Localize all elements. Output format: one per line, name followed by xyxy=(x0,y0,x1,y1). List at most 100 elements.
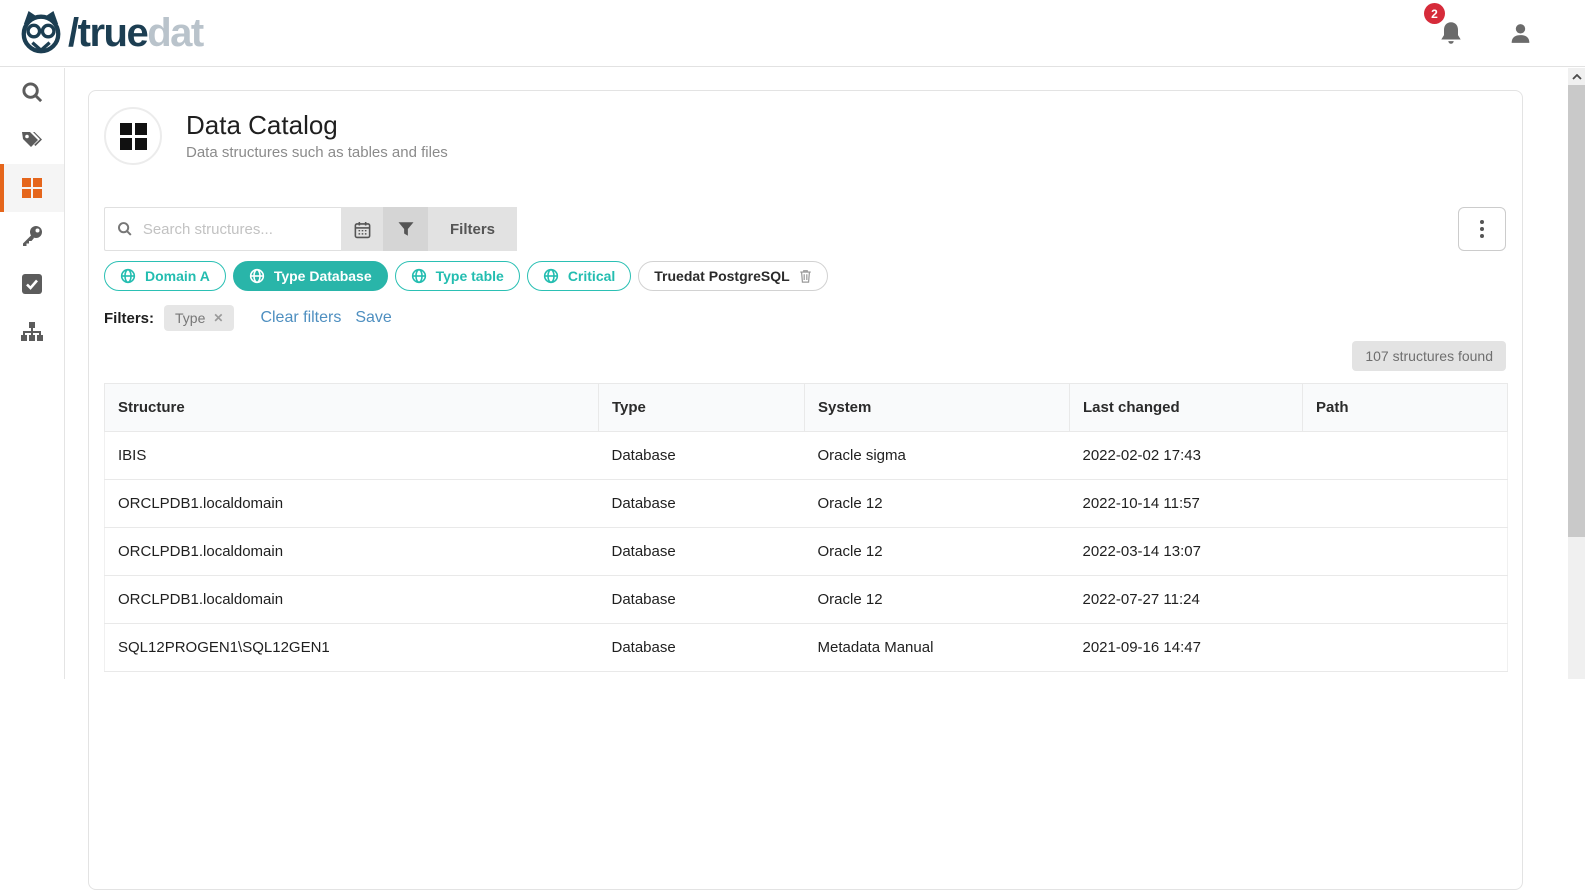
chip-type-database[interactable]: Type Database xyxy=(233,261,388,291)
globe-icon xyxy=(120,268,136,284)
chip-label: Critical xyxy=(568,268,615,284)
search-box xyxy=(104,207,341,251)
chip-label: Domain A xyxy=(145,268,210,284)
cell-last-changed: 2021-09-16 14:47 xyxy=(1070,624,1303,672)
cell-last-changed: 2022-03-14 13:07 xyxy=(1070,528,1303,576)
cell-path xyxy=(1303,624,1508,672)
cell-last-changed: 2022-10-14 11:57 xyxy=(1070,480,1303,528)
cell-type: Database xyxy=(599,528,805,576)
cell-structure[interactable]: IBIS xyxy=(105,432,599,480)
cell-system: Oracle 12 xyxy=(805,480,1070,528)
cell-path xyxy=(1303,432,1508,480)
search-input[interactable] xyxy=(143,221,329,238)
cell-system: Oracle sigma xyxy=(805,432,1070,480)
chip-type-table[interactable]: Type table xyxy=(395,261,520,291)
cell-system: Metadata Manual xyxy=(805,624,1070,672)
cell-system: Oracle 12 xyxy=(805,576,1070,624)
top-bar: /truedat 2 xyxy=(0,0,1585,67)
sidebar-item-data-catalog[interactable] xyxy=(0,164,64,212)
cell-path xyxy=(1303,576,1508,624)
chip-label: Type Database xyxy=(274,268,372,284)
table-row[interactable]: ORCLPDB1.localdomain Database Oracle 12 … xyxy=(105,528,1508,576)
scrollbar-thumb[interactable] xyxy=(1568,85,1585,537)
sidebar-item-tags[interactable] xyxy=(0,116,64,164)
cell-structure[interactable]: SQL12PROGEN1\SQL12GEN1 xyxy=(105,624,599,672)
table-row[interactable]: SQL12PROGEN1\SQL12GEN1 Database Metadata… xyxy=(105,624,1508,672)
cell-type: Database xyxy=(599,624,805,672)
chip-label: Type table xyxy=(436,268,504,284)
filter-funnel-button[interactable] xyxy=(383,207,428,251)
sidebar-item-permissions[interactable] xyxy=(0,212,64,260)
cell-system: Oracle 12 xyxy=(805,528,1070,576)
funnel-icon xyxy=(397,220,415,238)
notifications-button[interactable]: 2 xyxy=(1438,19,1464,47)
grid-icon xyxy=(21,177,43,199)
column-header-path[interactable]: Path xyxy=(1303,384,1508,432)
chip-truedat-postgresql[interactable]: Truedat PostgreSQL xyxy=(638,261,827,291)
table-row[interactable]: ORCLPDB1.localdomain Database Oracle 12 … xyxy=(105,576,1508,624)
cell-structure[interactable]: ORCLPDB1.localdomain xyxy=(105,480,599,528)
page-scrollbar[interactable] xyxy=(1568,68,1585,679)
cell-type: Database xyxy=(599,432,805,480)
sidebar-item-lineage[interactable] xyxy=(0,308,64,356)
notifications-count-badge: 2 xyxy=(1424,3,1445,24)
remove-filter-icon[interactable]: ✕ xyxy=(213,311,223,325)
applied-filters-row: Filters: Type ✕ Clear filters Save xyxy=(104,305,1506,331)
sidebar-item-search[interactable] xyxy=(0,68,64,116)
cell-path xyxy=(1303,480,1508,528)
scrollbar-up-button[interactable] xyxy=(1568,68,1585,85)
sidebar-item-quality[interactable] xyxy=(0,260,64,308)
calendar-icon xyxy=(353,220,372,239)
user-icon[interactable] xyxy=(1508,21,1533,46)
column-header-type[interactable]: Type xyxy=(599,384,805,432)
column-header-last-changed[interactable]: Last changed xyxy=(1070,384,1303,432)
globe-icon xyxy=(249,268,265,284)
truedat-logo[interactable]: /truedat xyxy=(18,8,203,58)
date-filter-button[interactable] xyxy=(341,207,383,251)
cell-structure[interactable]: ORCLPDB1.localdomain xyxy=(105,576,599,624)
structures-table: Structure Type System Last changed Path … xyxy=(104,383,1508,672)
trash-icon[interactable] xyxy=(799,269,812,283)
search-icon xyxy=(21,81,44,104)
column-header-system[interactable]: System xyxy=(805,384,1070,432)
table-row[interactable]: ORCLPDB1.localdomain Database Oracle 12 … xyxy=(105,480,1508,528)
chip-critical[interactable]: Critical xyxy=(527,261,631,291)
tags-icon xyxy=(20,128,44,152)
applied-filters-label: Filters: xyxy=(104,310,154,327)
column-header-structure[interactable]: Structure xyxy=(105,384,599,432)
cell-type: Database xyxy=(599,576,805,624)
data-catalog-card: Data Catalog Data structures such as tab… xyxy=(88,90,1523,890)
save-filters-link[interactable]: Save xyxy=(355,309,391,327)
check-square-icon xyxy=(21,273,43,295)
cell-type: Database xyxy=(599,480,805,528)
toolbar: Filters xyxy=(104,207,1506,251)
brand-text: /truedat xyxy=(68,13,203,53)
cell-structure[interactable]: ORCLPDB1.localdomain xyxy=(105,528,599,576)
applied-filter-chip-label: Type xyxy=(175,310,205,326)
cell-last-changed: 2022-02-02 17:43 xyxy=(1070,432,1303,480)
cell-path xyxy=(1303,528,1508,576)
bell-icon xyxy=(1438,19,1464,47)
chip-domain-a[interactable]: Domain A xyxy=(104,261,226,291)
search-icon xyxy=(117,220,133,238)
sidebar-nav xyxy=(0,68,65,679)
chip-label: Truedat PostgreSQL xyxy=(654,268,789,284)
clear-filters-link[interactable]: Clear filters xyxy=(260,309,341,327)
cell-last-changed: 2022-07-27 11:24 xyxy=(1070,576,1303,624)
catalog-icon-circle xyxy=(104,107,162,165)
sitemap-icon xyxy=(20,321,44,343)
page-title: Data Catalog xyxy=(186,111,448,141)
results-count-badge: 107 structures found xyxy=(1352,341,1506,371)
table-header-row: Structure Type System Last changed Path xyxy=(105,384,1508,432)
globe-icon xyxy=(411,268,427,284)
owl-logo-icon xyxy=(18,8,64,58)
page-subtitle: Data structures such as tables and files xyxy=(186,144,448,161)
page-header: Data Catalog Data structures such as tab… xyxy=(104,107,1506,165)
catalog-grid-icon xyxy=(120,123,147,150)
table-row[interactable]: IBIS Database Oracle sigma 2022-02-02 17… xyxy=(105,432,1508,480)
applied-filter-type-chip: Type ✕ xyxy=(164,305,234,331)
more-options-button[interactable] xyxy=(1458,207,1506,251)
filters-button[interactable]: Filters xyxy=(428,207,517,251)
results-row: 107 structures found xyxy=(104,341,1506,371)
key-icon xyxy=(20,224,44,248)
